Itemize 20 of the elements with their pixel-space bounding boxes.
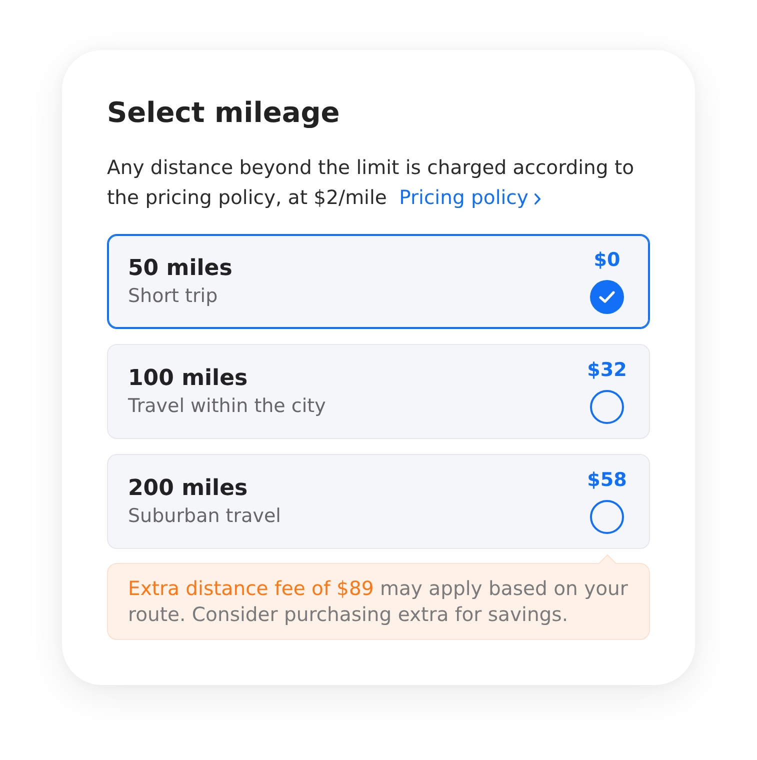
fee-notice: Extra distance fee of $89 may apply based on your route. Consider purchasing extra for savings.: [107, 555, 650, 640]
mileage-title: 200 miles: [128, 474, 249, 502]
price-text: $0: [594, 249, 620, 271]
mileage-title: 50 miles: [128, 254, 232, 282]
radio-button[interactable]: [590, 280, 624, 314]
dialog-title: Select mileage: [107, 95, 341, 131]
radio-button[interactable]: [590, 390, 624, 424]
price-text: $58: [587, 469, 627, 491]
mileage-option[interactable]: 200 miles Suburban travel $58: [107, 454, 650, 549]
mileage-subtitle: Travel within the city: [128, 394, 326, 418]
pricing-policy-link[interactable]: Pricing policy: [399, 186, 542, 209]
price-text: $32: [587, 359, 627, 381]
mileage-option[interactable]: 100 miles Travel within the city $32: [107, 344, 650, 439]
mileage-title: 100 miles: [128, 364, 249, 392]
chevron-right-icon: [534, 193, 542, 205]
mileage-subtitle: Suburban travel: [128, 504, 281, 528]
description-text: Any distance beyond the limit is charged according to the pricing policy, at $2/mile Pricing policy: [107, 155, 636, 211]
radio-button[interactable]: [590, 500, 624, 534]
mileage-subtitle: Short trip: [128, 284, 219, 308]
mileage-option[interactable]: 50 miles Short trip $0: [107, 234, 650, 329]
